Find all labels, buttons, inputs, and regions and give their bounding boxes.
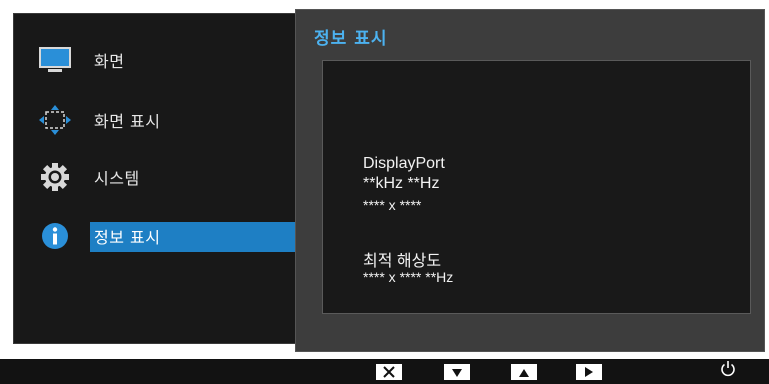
control-bar — [0, 359, 769, 384]
power-icon — [720, 360, 736, 382]
menu-item-picture[interactable]: 화면 — [14, 40, 303, 80]
frequency-text: **kHz **Hz — [363, 175, 440, 192]
panel-title: 정보 표시 — [314, 29, 388, 49]
right-arrow-icon — [584, 363, 594, 382]
info-icon — [38, 220, 72, 252]
source-text: DisplayPort — [363, 155, 445, 172]
down-arrow-icon — [451, 363, 463, 382]
position-arrows-icon — [38, 104, 72, 136]
menu-item-label: 화면 표시 — [94, 112, 161, 131]
menu-item-information[interactable]: 정보 표시 — [14, 216, 304, 256]
resolution-text: **** x **** — [363, 197, 422, 213]
close-icon — [383, 363, 395, 382]
menu-item-label: 화면 — [94, 52, 125, 71]
menu-item-onscreen-display[interactable]: 화면 표시 — [14, 100, 303, 140]
up-button[interactable] — [511, 364, 537, 380]
menu-panel: 화면 화면 표시 시스템 정보 표시 — [13, 13, 304, 344]
optimal-resolution-label: 최적 해상도 — [363, 253, 442, 270]
power-button[interactable] — [718, 361, 738, 381]
menu-item-label: 정보 표시 — [94, 228, 161, 247]
up-arrow-icon — [518, 363, 530, 382]
gear-icon — [38, 161, 72, 193]
monitor-icon — [38, 44, 72, 76]
menu-item-label: 시스템 — [94, 169, 140, 188]
information-panel: 정보 표시 DisplayPort **kHz **Hz **** x ****… — [295, 9, 765, 352]
enter-button[interactable] — [576, 364, 602, 380]
optimal-resolution-value: **** x **** **Hz — [363, 269, 454, 285]
menu-item-system[interactable]: 시스템 — [14, 157, 303, 197]
down-button[interactable] — [444, 364, 470, 380]
close-button[interactable] — [376, 364, 402, 380]
information-box: DisplayPort **kHz **Hz **** x **** 최적 해상… — [322, 60, 751, 314]
